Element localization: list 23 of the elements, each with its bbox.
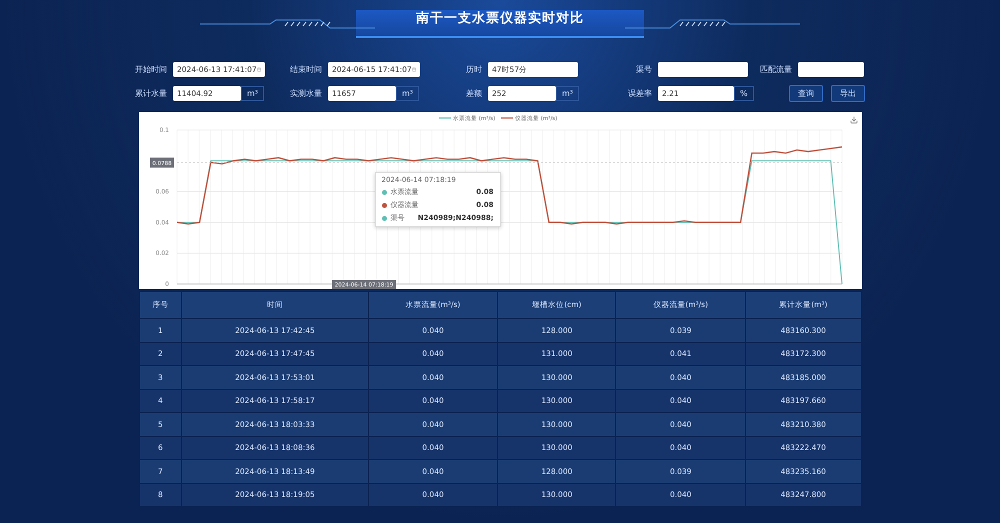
field-label: 实测水量 [290, 88, 322, 99]
export-button[interactable]: 导出 [831, 85, 865, 102]
unit-label: % [734, 86, 754, 101]
unit-label: m³ [556, 86, 579, 101]
field-label: 开始时间 [135, 64, 167, 75]
input-field[interactable] [798, 62, 864, 77]
download-icon[interactable] [850, 116, 857, 124]
field-label: 累计水量 [135, 88, 167, 99]
calendar-icon [412, 66, 416, 73]
field-label: 差额 [465, 88, 482, 99]
field-label: 渠号 [635, 64, 652, 75]
legend-line-icon [438, 117, 450, 119]
field-label: 匹配流量 [760, 64, 792, 75]
unit-label: m³ [241, 86, 264, 101]
field-label: 结束时间 [290, 64, 322, 75]
calendar-icon [256, 66, 261, 73]
input-field[interactable] [658, 62, 748, 77]
query-button[interactable]: 查询 [789, 85, 823, 102]
legend-line-icon [500, 117, 512, 119]
page-title: 南干一支水票仪器实时对比 [356, 10, 644, 38]
unit-label: m³ [396, 86, 419, 101]
field-label: 误差率 [627, 88, 652, 99]
field-label: 历时 [465, 64, 482, 75]
